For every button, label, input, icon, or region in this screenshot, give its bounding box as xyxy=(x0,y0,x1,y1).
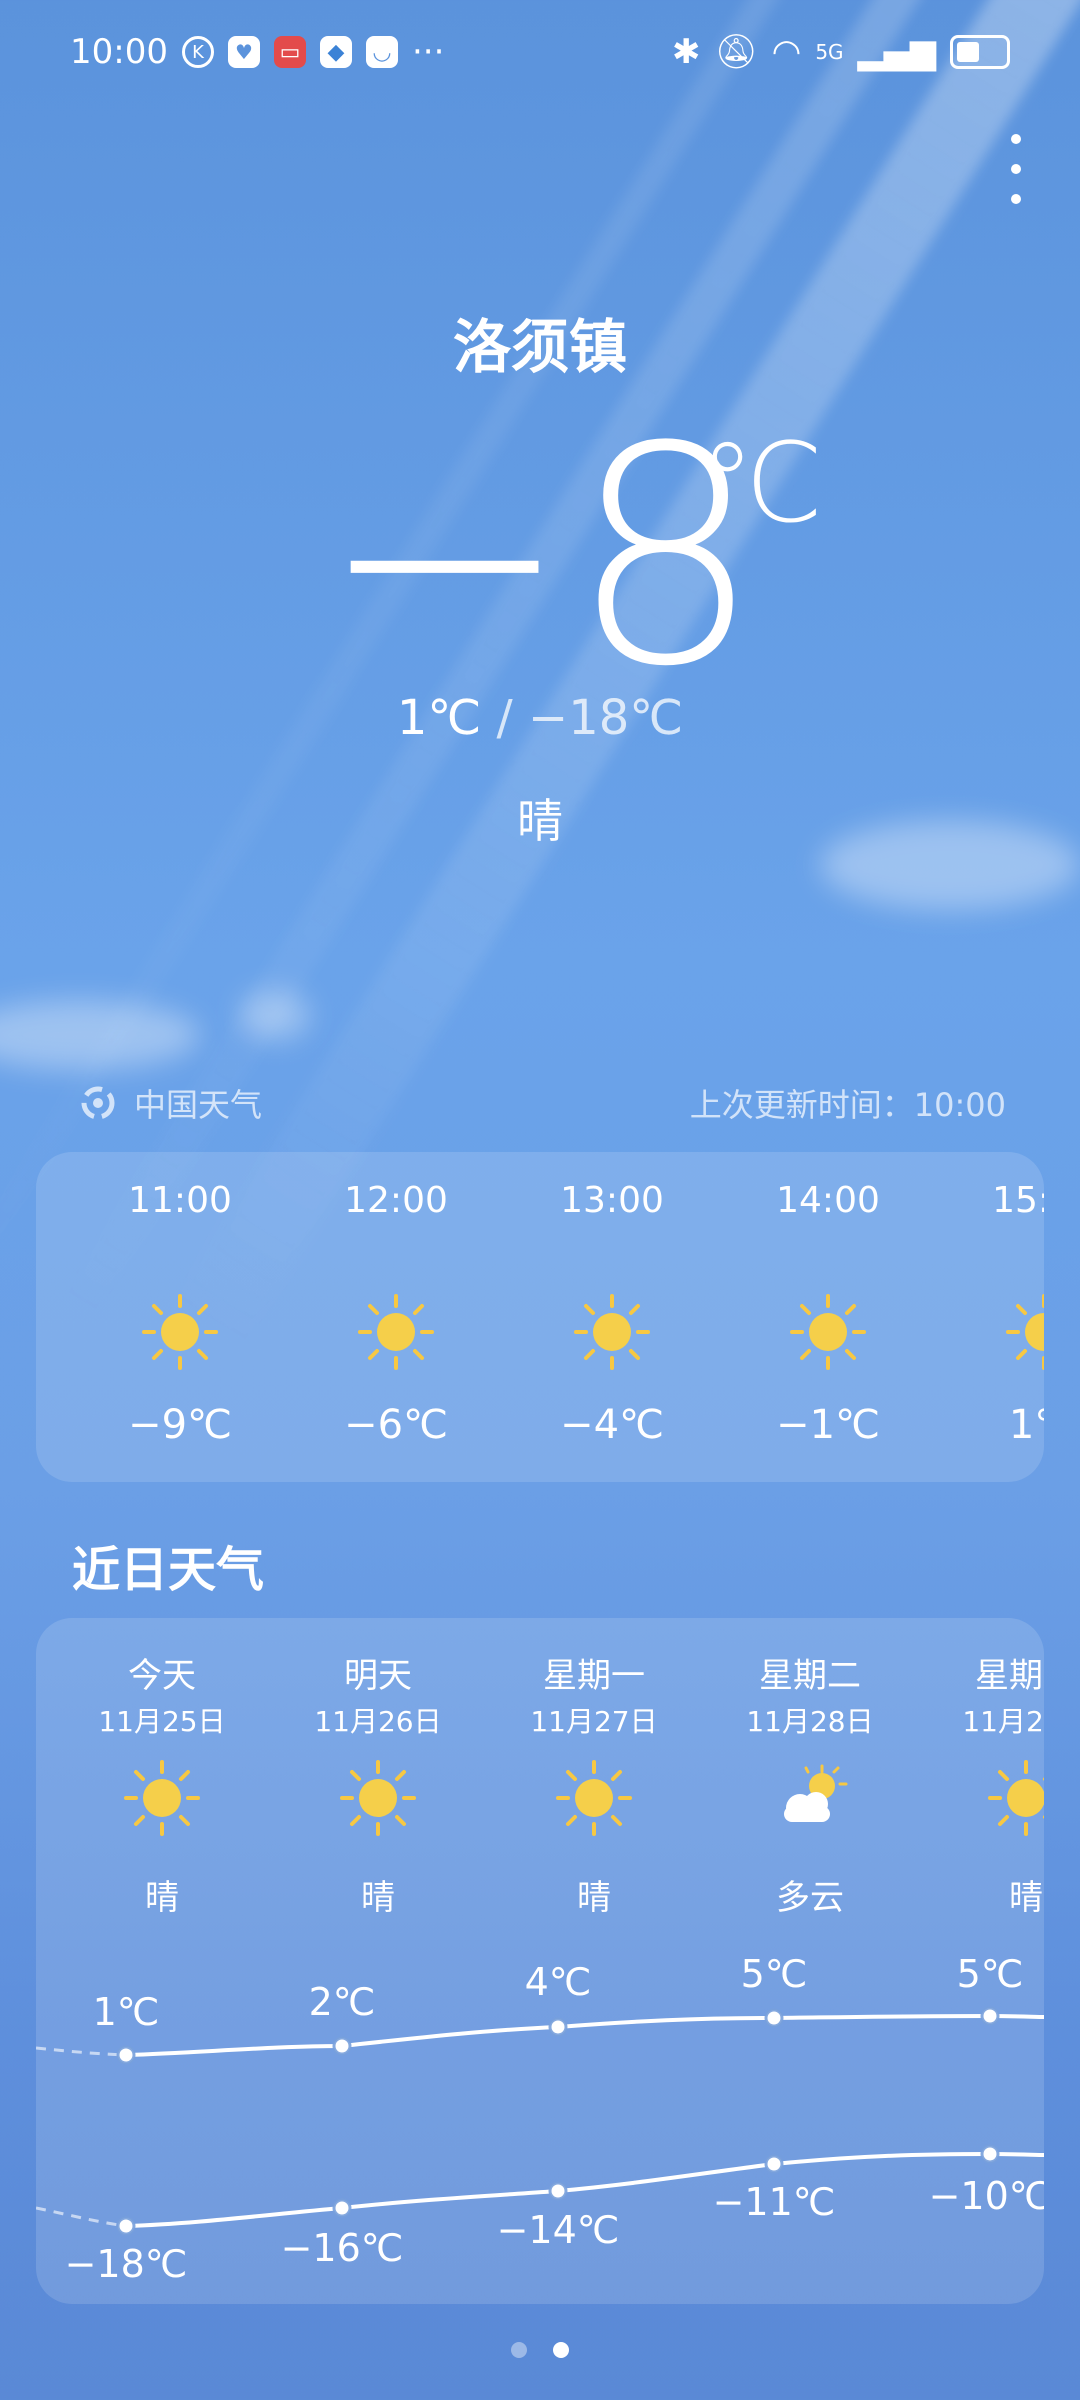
k-app-icon: K xyxy=(181,36,214,68)
china-weather-logo-icon xyxy=(81,1086,115,1120)
update-info: 上次更新时间：10:00 xyxy=(690,1080,1006,1126)
temp-range: 1℃ / −18℃ xyxy=(0,690,1080,746)
low-point xyxy=(548,2181,568,2201)
sun-icon xyxy=(358,1294,434,1370)
hour-temp: −1℃ xyxy=(776,1402,880,1448)
day-high-temp: 2℃ xyxy=(308,1980,376,2024)
hour-temp: −9℃ xyxy=(128,1402,232,1448)
status-time: 10:00 xyxy=(70,32,168,72)
heart-app-icon: ♥ xyxy=(227,36,260,68)
low-point xyxy=(116,2216,136,2236)
forecast-title: 近日天气 xyxy=(72,1542,265,1598)
high-point xyxy=(332,2036,352,2056)
high-temp-prelude xyxy=(36,2046,127,2057)
cloud-decoration xyxy=(0,1000,200,1070)
low-temp-prelude xyxy=(36,2206,127,2228)
more-notifications-icon: ··· xyxy=(411,32,445,72)
menu-dot-icon xyxy=(1011,164,1021,174)
day-high-temp: 4℃ xyxy=(524,1960,592,2004)
current-temperature: −8 ℃ xyxy=(0,408,1080,708)
high-point xyxy=(980,2006,1000,2026)
bluetooth-icon: ✱ xyxy=(671,32,701,72)
sun-icon xyxy=(790,1294,866,1370)
hour-time: 15:00 xyxy=(992,1180,1044,1221)
hour-temp: −6℃ xyxy=(344,1402,448,1448)
battery-icon xyxy=(950,35,1010,69)
status-bar: 10:00 K ♥ ▭ ◆ ◡ ··· ✱ 🔕︎ ◠ 5G ▂▄▆ xyxy=(70,30,1010,74)
more-menu-button[interactable] xyxy=(1008,134,1024,204)
hour-time: 13:00 xyxy=(560,1180,664,1221)
hour-time: 14:00 xyxy=(776,1180,880,1221)
update-time: 10:00 xyxy=(913,1086,1006,1124)
cloud-decoration xyxy=(240,990,310,1040)
day-low-temp: −18℃ xyxy=(64,2242,188,2286)
city-name: 洛须镇 xyxy=(452,313,627,381)
day-low-temp: −11℃ xyxy=(712,2180,836,2224)
page-dot-active[interactable] xyxy=(553,2342,569,2358)
signal-icon: ▂▄▆ xyxy=(857,32,936,72)
blue-app-icon: ◆ xyxy=(319,36,352,68)
low-point xyxy=(980,2144,1000,2164)
low-point xyxy=(332,2198,352,2218)
high-point xyxy=(764,2008,784,2028)
menu-dot-icon xyxy=(1011,134,1021,144)
hourly-forecast-card[interactable]: 11:00 −9℃ 12:00 −6℃ 13:00 −4℃ 14:00 −1℃ … xyxy=(36,1152,1044,1482)
network-type: 5G xyxy=(815,40,844,64)
day-low-temp: −14℃ xyxy=(496,2208,620,2252)
source-row: 中国天气 上次更新时间：10:00 xyxy=(78,1080,1006,1126)
sun-icon xyxy=(574,1294,650,1370)
current-temp-unit: ℃ xyxy=(700,419,824,547)
page-indicator[interactable] xyxy=(0,2342,1080,2358)
page-dot[interactable] xyxy=(511,2342,527,2358)
sun-icon xyxy=(1006,1294,1044,1370)
menu-dot-icon xyxy=(1011,194,1021,204)
today-high: 1℃ xyxy=(396,690,482,746)
day-high-temp: 5℃ xyxy=(740,1952,808,1996)
update-label: 上次更新时间： xyxy=(689,1086,914,1124)
hour-time: 11:00 xyxy=(128,1180,232,1221)
bag-app-icon: ◡ xyxy=(365,36,398,68)
hour-temp: 1℃ xyxy=(1008,1402,1044,1448)
high-point xyxy=(116,2045,136,2065)
mute-icon: 🔕︎ xyxy=(714,32,758,72)
red-app-icon: ▭ xyxy=(273,36,306,68)
sun-icon xyxy=(142,1294,218,1370)
wifi-icon: ◠ xyxy=(771,32,802,72)
range-separator: / xyxy=(481,690,528,746)
day-low-temp: −10℃ xyxy=(928,2174,1044,2218)
source-provider: 中国天气 xyxy=(134,1086,263,1124)
current-temp-value: −8 xyxy=(318,383,762,732)
low-point xyxy=(764,2154,784,2174)
hour-time: 12:00 xyxy=(344,1180,448,1221)
high-point xyxy=(548,2017,568,2037)
today-low: −18℃ xyxy=(527,690,684,746)
day-low-temp: −16℃ xyxy=(280,2226,404,2270)
day-high-temp: 5℃ xyxy=(956,1952,1024,1996)
current-condition: 晴 xyxy=(517,794,563,848)
day-high-temp: 1℃ xyxy=(92,1990,160,2034)
hour-temp: −4℃ xyxy=(560,1402,664,1448)
daily-forecast-card[interactable]: 今天 11月25日 晴 明天 11月26日 晴 星期一 11月27日 晴 星期二… xyxy=(36,1618,1044,2304)
